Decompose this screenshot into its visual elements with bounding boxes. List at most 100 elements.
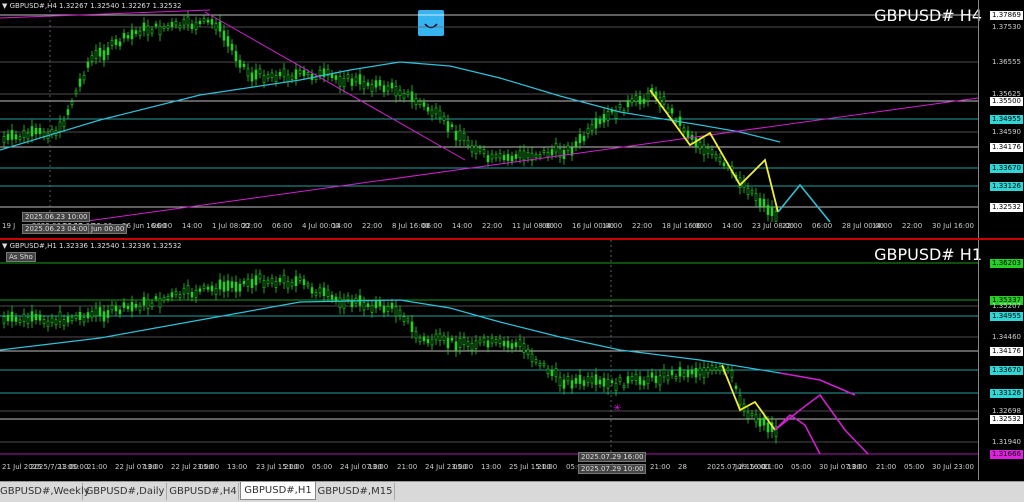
h1-price-label: 1.35207 bbox=[992, 302, 1021, 310]
h1-candle bbox=[238, 283, 242, 292]
h4-candle bbox=[550, 149, 554, 156]
h1-candle bbox=[530, 353, 534, 362]
h1-candle bbox=[370, 305, 374, 313]
h1-candle bbox=[258, 273, 262, 280]
h4-price-axis[interactable]: 1.37869 1.37530 1.36555 1.35625 1.35500 1.349… bbox=[978, 0, 1024, 238]
h1-candle bbox=[54, 319, 58, 325]
h1-chart-pane[interactable]: ▼ GBPUSD#,H1 1.32336 1.32540 1.32336 1.3… bbox=[0, 240, 1024, 480]
h4-candle bbox=[66, 109, 70, 116]
h1-candle bbox=[106, 310, 110, 318]
h4-candle bbox=[286, 74, 290, 82]
h1-candle bbox=[446, 337, 450, 349]
tab-gbpusd-h4[interactable]: GBPUSD#,H4 bbox=[168, 483, 239, 500]
tab-gbpusd-weekly[interactable]: GBPUSD#,Weekly bbox=[0, 483, 90, 500]
h4-candle bbox=[430, 109, 434, 117]
h1-candle bbox=[366, 303, 370, 308]
h4-candle bbox=[402, 93, 406, 99]
h4-candle bbox=[178, 25, 182, 29]
h4-candle bbox=[210, 19, 214, 25]
h1-candle bbox=[330, 294, 334, 300]
h4-time-label: 06:00 bbox=[542, 222, 563, 230]
h4-candle bbox=[262, 74, 266, 83]
h4-candle bbox=[354, 76, 358, 83]
h4-time-label: 06:00 bbox=[812, 222, 833, 230]
h1-candle bbox=[158, 297, 162, 308]
h4-candle bbox=[710, 149, 714, 155]
h4-candle bbox=[242, 63, 246, 68]
h1-candle bbox=[170, 292, 174, 298]
h1-price-label: 1.36203 bbox=[990, 259, 1023, 268]
h4-candle bbox=[470, 144, 474, 153]
h4-candle bbox=[10, 130, 14, 140]
h4-candle bbox=[758, 198, 762, 207]
h1-candle bbox=[66, 316, 70, 323]
h4-price-label: 1.37530 bbox=[992, 23, 1021, 31]
tab-gbpusd-m15[interactable]: GBPUSD#,M15 bbox=[316, 483, 395, 500]
h4-candle bbox=[266, 74, 270, 79]
h1-crosshair-tag: 2025.07.29 10:00 bbox=[578, 464, 647, 474]
h1-candle bbox=[134, 303, 138, 308]
h4-candle bbox=[362, 80, 366, 90]
h1-price-label: 1.34176 bbox=[990, 347, 1023, 356]
h1-candle bbox=[654, 375, 658, 384]
h1-candle bbox=[194, 289, 198, 298]
h1-candle bbox=[286, 280, 290, 289]
h1-candle bbox=[262, 280, 266, 289]
h1-candle bbox=[586, 376, 590, 383]
h1-candle bbox=[462, 337, 466, 345]
h4-candle bbox=[494, 154, 498, 159]
tab-gbpusd-daily[interactable]: GBPUSD#,Daily bbox=[84, 483, 167, 500]
h1-candle bbox=[598, 379, 602, 385]
tab-gbpusd-h1[interactable]: GBPUSD#,H1 bbox=[240, 482, 316, 500]
h4-candle bbox=[462, 133, 466, 141]
h4-candle bbox=[230, 43, 234, 51]
h4-candle bbox=[722, 162, 726, 167]
h4-candle bbox=[506, 154, 510, 161]
h4-candle bbox=[442, 115, 446, 121]
h4-candle bbox=[642, 98, 646, 104]
h1-time-label: 28 bbox=[678, 463, 687, 471]
h1-candle bbox=[338, 297, 342, 308]
h1-projection-line bbox=[779, 372, 856, 396]
h1-price-label: 1.34955 bbox=[990, 312, 1023, 321]
h1-candle bbox=[334, 296, 338, 302]
h1-candle bbox=[226, 280, 230, 291]
h1-candle bbox=[606, 379, 610, 389]
h1-candle bbox=[218, 279, 222, 290]
h4-price-label: 1.33126 bbox=[990, 182, 1023, 191]
h1-candle bbox=[318, 287, 322, 294]
h1-projection-line bbox=[774, 413, 821, 455]
h1-price-plot[interactable]: ✳ bbox=[0, 240, 978, 462]
h4-candle bbox=[662, 96, 666, 105]
h1-candle bbox=[378, 300, 382, 307]
h1-candle bbox=[474, 340, 478, 349]
h4-candle bbox=[202, 18, 206, 22]
h1-candle bbox=[202, 285, 206, 289]
h4-price-plot[interactable] bbox=[0, 0, 978, 222]
h4-candle bbox=[414, 98, 418, 106]
h1-projection-line bbox=[774, 393, 869, 455]
h1-candle bbox=[614, 383, 618, 391]
h1-candle bbox=[130, 301, 134, 312]
h4-candle bbox=[162, 25, 166, 29]
h1-candle bbox=[766, 422, 770, 433]
h1-candle bbox=[290, 282, 294, 287]
h4-candle bbox=[318, 69, 322, 76]
h1-candle bbox=[166, 296, 170, 300]
h1-candle bbox=[634, 374, 638, 381]
h1-candle bbox=[622, 385, 626, 389]
h4-candle bbox=[638, 96, 642, 105]
h4-candle bbox=[282, 68, 286, 78]
h1-time-label: 21:00 bbox=[537, 463, 558, 471]
h1-candle bbox=[514, 342, 518, 347]
h4-candle bbox=[38, 127, 42, 134]
h1-candle bbox=[666, 375, 670, 381]
h4-candle bbox=[278, 72, 282, 77]
h4-chart-pane[interactable]: ▼ GBPUSD#,H4 1.32267 1.32540 1.32267 1.3… bbox=[0, 0, 1024, 240]
h4-candle bbox=[298, 69, 302, 74]
h1-candle bbox=[542, 362, 546, 366]
h1-price-axis[interactable]: 1.36203 1.35337 1.35207 1.34955 1.34460 1.341… bbox=[978, 240, 1024, 480]
h1-candle bbox=[234, 281, 238, 292]
h4-candle bbox=[198, 20, 202, 25]
h1-candle bbox=[390, 302, 394, 309]
